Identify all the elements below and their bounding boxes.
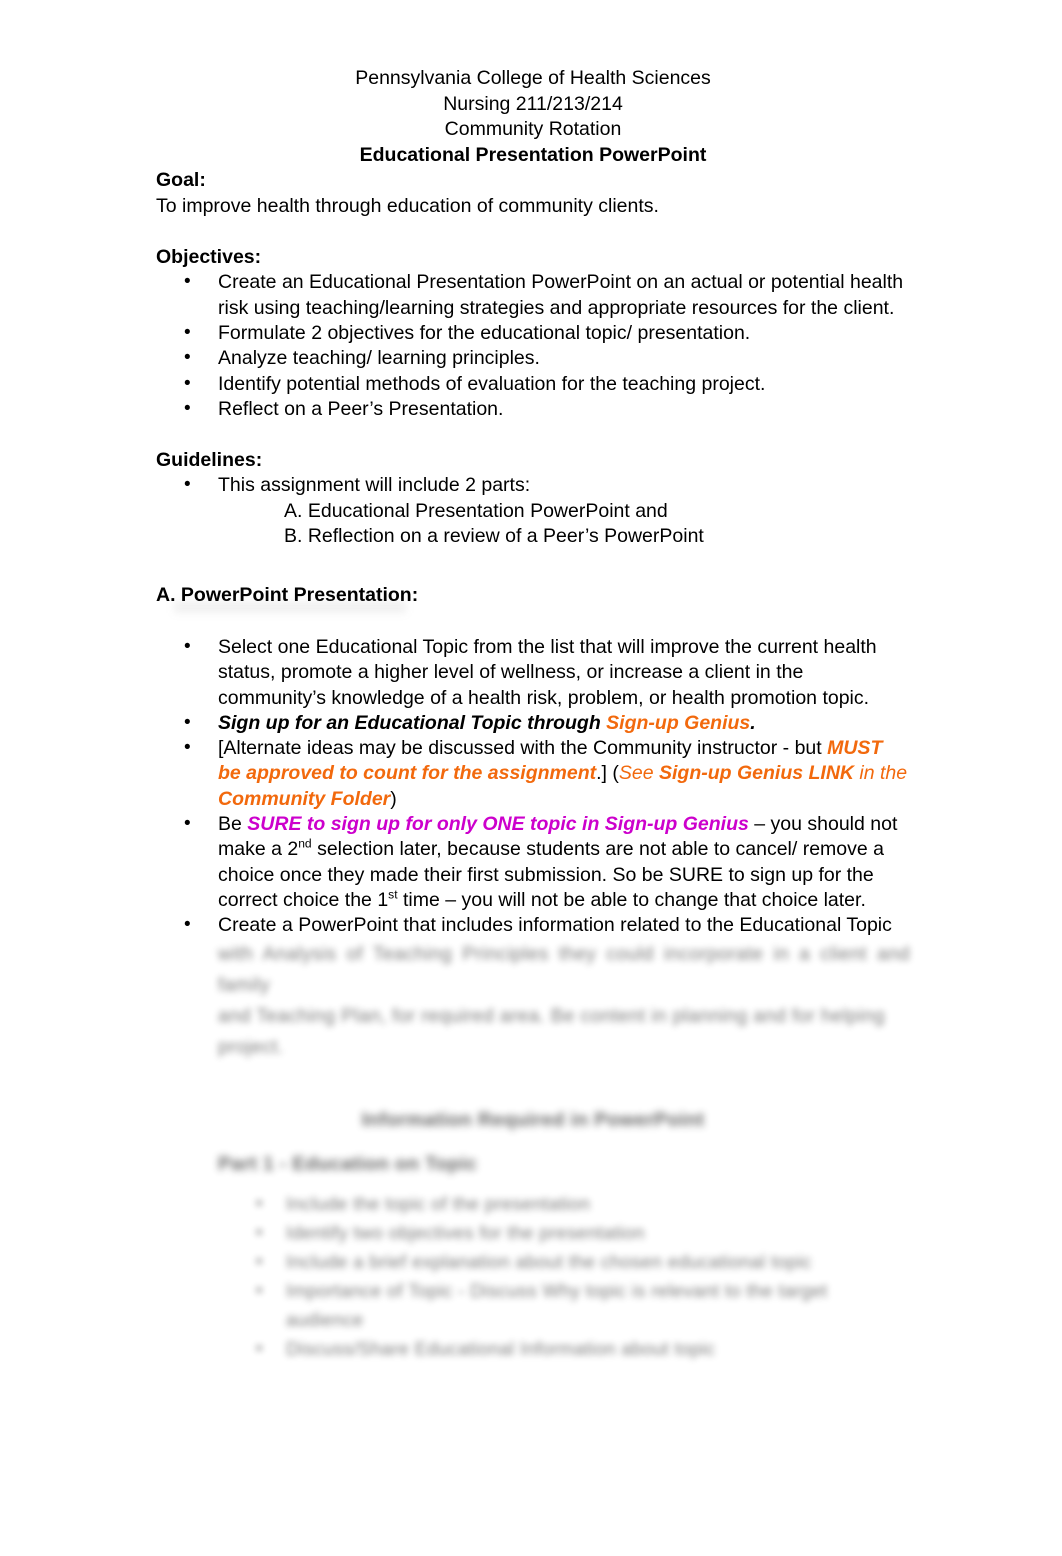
- part-a-list: Select one Educational Topic from the li…: [156, 634, 910, 939]
- list-item: Create an Educational Presentation Power…: [156, 269, 910, 321]
- redacted-paragraph-line: and Teaching Plan, for required area. Be…: [218, 1005, 886, 1027]
- be-label: Be: [218, 813, 248, 836]
- guidelines-list: This assignment will include 2 parts:: [156, 472, 910, 498]
- sure-one-topic-warning: SURE to sign up for only ONE topic in Si…: [247, 813, 749, 836]
- header-line-assignment-title: Educational Presentation PowerPoint: [359, 143, 707, 166]
- spacer-after-objectives: [156, 423, 910, 448]
- ordinal-st: st: [388, 887, 398, 902]
- list-item: Reflect on a Peer’s Presentation.: [156, 396, 910, 422]
- document-page: Pennsylvania College of Health Sciences …: [0, 0, 1062, 1556]
- community-folder-label: Community Folder: [218, 787, 391, 810]
- spacer-before-redacted-bullets: [156, 1177, 910, 1189]
- list-item: Be SURE to sign up for only ONE topic in…: [156, 811, 910, 913]
- header-line-course: Nursing 211/213/214: [443, 92, 623, 115]
- redacted-paragraph-line: with Analysis of Teaching Principles the…: [218, 943, 910, 996]
- list-item: Importance of Topic - Discuss Why topic …: [156, 1276, 910, 1334]
- alternate-close-text: .] (: [596, 762, 619, 785]
- list-item: Discuss/Share Educational Information ab…: [156, 1334, 910, 1363]
- redacted-subheading: Part 1 - Education on Topic: [218, 1152, 478, 1175]
- goal-heading: Goal:: [156, 169, 206, 192]
- redacted-paragraph-line: project.: [218, 1036, 284, 1058]
- alternate-ideas-text: [Alternate ideas may be discussed with t…: [218, 737, 828, 760]
- list-item: Select one Educational Topic from the li…: [156, 634, 910, 711]
- signup-period: .: [750, 711, 756, 734]
- in-the-label: in the: [854, 762, 908, 785]
- list-item: Include the topic of the presentation: [156, 1189, 910, 1218]
- guidelines-part-b: B. Reflection on a review of a Peer’s Po…: [284, 525, 704, 547]
- redacted-bullet-list: Include the topic of the presentation Id…: [156, 1189, 910, 1363]
- closing-paren: ): [390, 787, 397, 810]
- objectives-list: Create an Educational Presentation Power…: [156, 269, 910, 422]
- guidelines-part-a: A. Educational Presentation PowerPoint a…: [284, 499, 668, 522]
- spacer-after-redacted-heading: [156, 1133, 910, 1151]
- ordinal-nd: nd: [298, 836, 312, 851]
- list-item: This assignment will include 2 parts:: [156, 472, 910, 498]
- signup-genius-link-label: Sign-up Genius LINK: [659, 762, 854, 785]
- list-item: Sign up for an Educational Topic through…: [156, 710, 910, 736]
- signup-lead-text: Sign up for an Educational Topic through: [218, 711, 607, 734]
- list-item: Identify two objectives for the presenta…: [156, 1218, 910, 1247]
- document-body: Pennsylvania College of Health Sciences …: [156, 66, 910, 1363]
- document-header: Pennsylvania College of Health Sciences …: [156, 66, 910, 168]
- list-item: Create a PowerPoint that includes inform…: [156, 912, 910, 938]
- spacer-after-goal: [156, 220, 910, 245]
- list-item: Formulate 2 objectives for the education…: [156, 320, 910, 346]
- redacted-paragraph: with Analysis of Teaching Principles the…: [156, 939, 910, 1063]
- list-item: Identify potential methods of evaluation…: [156, 371, 910, 397]
- see-label: See: [618, 762, 659, 785]
- list-item: Include a brief explanation about the ch…: [156, 1247, 910, 1276]
- list-item: [Alternate ideas may be discussed with t…: [156, 735, 910, 812]
- header-line-rotation: Community Rotation: [444, 118, 622, 141]
- redacted-section-heading: Information Required in PowerPoint: [361, 1108, 705, 1131]
- signup-genius-link: Sign-up Genius: [606, 711, 751, 734]
- blur-smudge-decoration: [174, 601, 406, 613]
- spacer-before-part-a: [156, 549, 910, 583]
- goal-text: To improve health through education of c…: [156, 194, 659, 217]
- guidelines-heading: Guidelines:: [156, 448, 263, 471]
- list-item: Analyze teaching/ learning principles.: [156, 345, 910, 371]
- objectives-heading: Objectives:: [156, 245, 262, 268]
- spacer-before-redacted-heading: [156, 1063, 910, 1107]
- header-line-college: Pennsylvania College of Health Sciences: [355, 67, 711, 89]
- warning-text-c: time – you will not be able to change th…: [397, 888, 866, 911]
